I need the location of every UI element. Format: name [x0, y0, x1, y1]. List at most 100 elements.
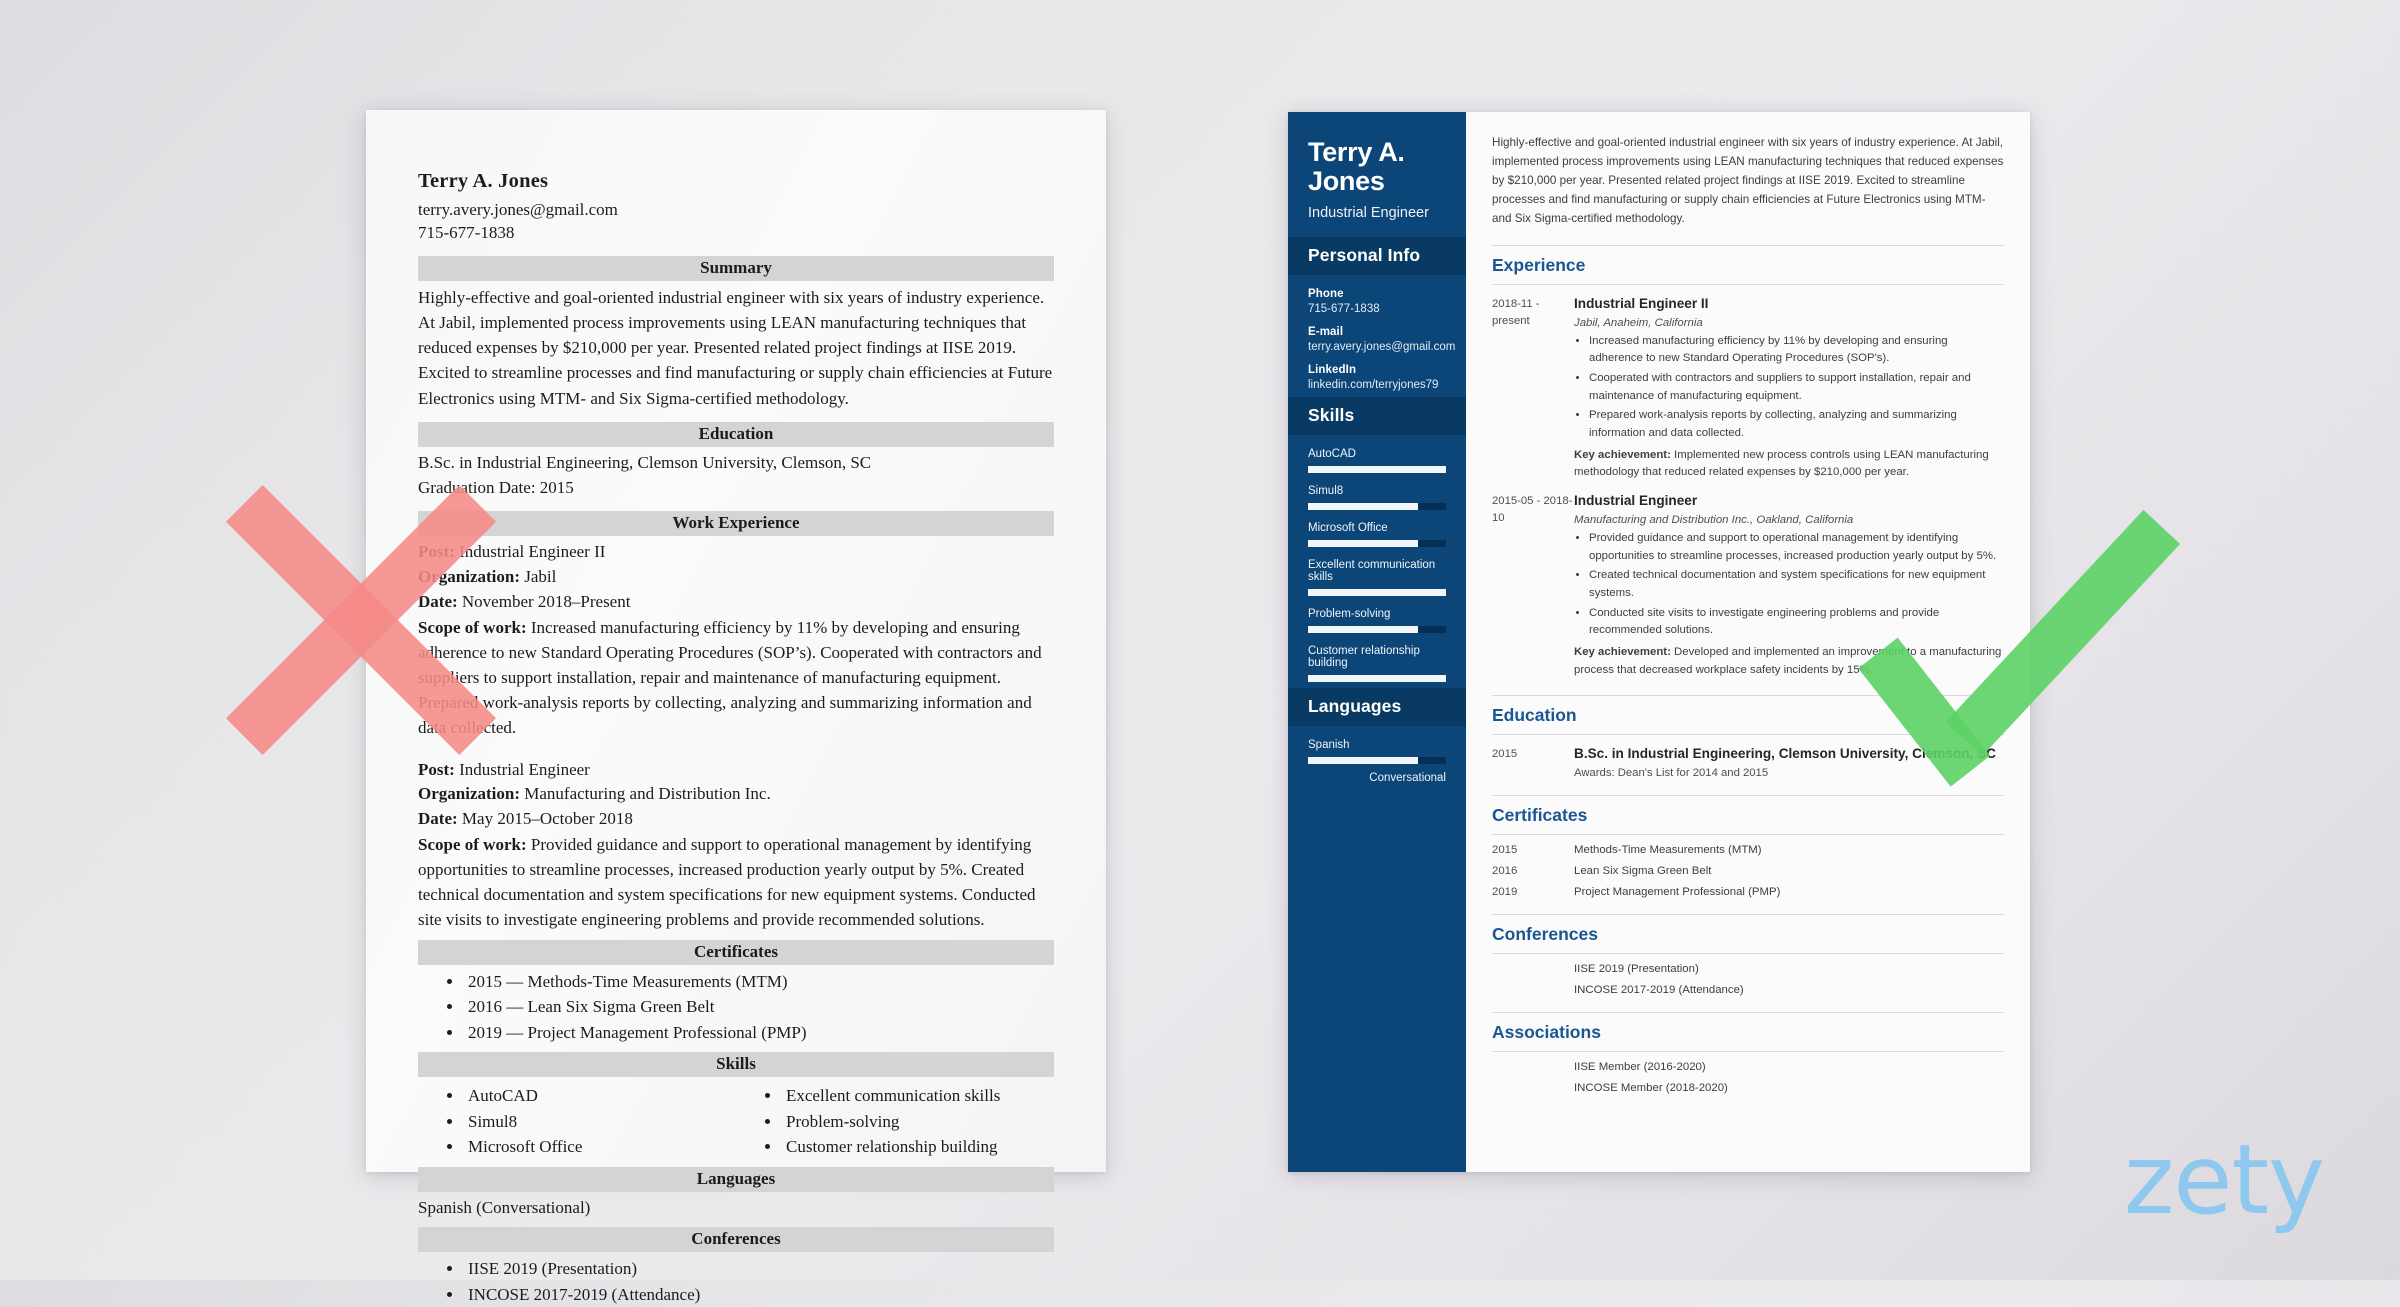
- skill-bar-track: [1308, 466, 1446, 474]
- list-item: 2015 — Methods-Time Measurements (MTM): [464, 969, 1054, 995]
- list-item: Created technical documentation and syst…: [1589, 567, 2004, 602]
- bad-job-date-label: Date:: [418, 591, 458, 611]
- bad-resume-content: Terry A. Jones terry.avery.jones@gmail.c…: [418, 170, 1054, 1307]
- bad-job2-date-line: Date: May 2015–October 2018: [418, 807, 1054, 832]
- certificate-date: 2016: [1492, 865, 1518, 878]
- bad-job2-scope-label: Scope of work:: [418, 834, 527, 854]
- skill-bar-fill: [1308, 589, 1446, 597]
- bad-job2-scope-line: Scope of work: Provided guidance and sup…: [418, 832, 1054, 933]
- experience-date: 2015-05 - 2018-10: [1492, 495, 1573, 525]
- education-date: 2015: [1492, 748, 1518, 761]
- skill-bar-fill: [1308, 466, 1446, 474]
- bad-skills-column-left: AutoCAD Simul8 Microsoft Office: [418, 1081, 736, 1160]
- language-name: Spanish: [1308, 739, 1350, 752]
- list-item: AutoCAD: [464, 1083, 736, 1109]
- bad-section-heading-summary: Summary: [418, 255, 1054, 281]
- bad-job2-post-line: Post: Industrial Engineer: [418, 758, 1054, 783]
- certificate-row: 2015 Methods-Time Measurements (MTM): [1492, 844, 2004, 856]
- association-name: IISE Member (2016-2020): [1574, 1061, 1706, 1074]
- bad-job2-date-value: May 2015–October 2018: [457, 809, 633, 829]
- list-item: 2019 — Project Management Professional (…: [464, 1020, 1054, 1046]
- bad-job-scope-label: Scope of work:: [418, 617, 527, 637]
- list-item: 2016 — Lean Six Sigma Green Belt: [464, 994, 1054, 1020]
- association-name: INCOSE Member (2018-2020): [1574, 1082, 1728, 1095]
- certificate-row: 2016 Lean Six Sigma Green Belt: [1492, 865, 2004, 877]
- bad-education-degree: B.Sc. in Industrial Engineering, Clemson…: [418, 452, 872, 472]
- bad-skills-columns: AutoCAD Simul8 Microsoft Office Excellen…: [418, 1081, 1054, 1160]
- bad-conferences-list: IISE 2019 (Presentation) INCOSE 2017-201…: [418, 1256, 1054, 1307]
- info-value-linkedin: linkedin.com/terryjones79: [1308, 379, 1439, 392]
- experience-entry: 2015-05 - 2018-10 Industrial Engineer Ma…: [1492, 492, 2004, 679]
- experience-key-achievement: Key achievement: Developed and implement…: [1574, 644, 2004, 679]
- bad-job2-post-label: Post:: [418, 759, 455, 779]
- experience-entry: 2018-11 - present Industrial Engineer II…: [1492, 295, 2004, 482]
- bad-job-entry: Post: Industrial Engineer II Organizatio…: [418, 540, 1054, 740]
- skill-bar-track: [1308, 589, 1446, 597]
- conference-row: INCOSE 2017-2019 (Attendance): [1492, 984, 2004, 996]
- bad-resume-name: Terry A. Jones: [418, 170, 549, 192]
- good-section-heading-conferences: Conferences: [1492, 914, 2004, 955]
- list-item: IISE 2019 (Presentation): [464, 1256, 1054, 1282]
- list-item: Conducted site visits to investigate eng…: [1589, 605, 2004, 640]
- skill-name: Microsoft Office: [1308, 522, 1388, 535]
- info-label-email: E-mail: [1308, 326, 1344, 339]
- list-item: Excellent communication skills: [782, 1083, 1054, 1109]
- bad-job-spacer: [418, 741, 1054, 758]
- bad-section-heading-skills: Skills: [418, 1052, 1054, 1078]
- experience-company: Manufacturing and Distribution Inc., Oak…: [1574, 514, 1854, 527]
- skill-name: Problem-solving: [1308, 608, 1391, 621]
- bad-summary-text: Highly-effective and goal-oriented indus…: [418, 287, 1053, 408]
- good-section-heading-education: Education: [1492, 695, 2004, 736]
- conference-date: [1492, 984, 1574, 996]
- list-item: Increased manufacturing efficiency by 11…: [1589, 333, 2004, 368]
- bad-job-post-label: Post:: [418, 542, 455, 562]
- skill-bar-track: [1308, 626, 1446, 634]
- skill-bar-fill: [1308, 540, 1419, 548]
- bad-skills-list-left: AutoCAD Simul8 Microsoft Office: [418, 1083, 736, 1160]
- sidebar-role: Industrial Engineer: [1308, 205, 1429, 222]
- list-item: Cooperated with contractors and supplier…: [1589, 370, 2004, 405]
- list-item: Problem-solving: [782, 1109, 1054, 1135]
- bad-job-date-line: Date: November 2018–Present: [418, 590, 1054, 615]
- sidebar-personal-info-body: Phone 715-677-1838 E-mail terry.avery.jo…: [1288, 275, 1466, 397]
- conference-row: IISE 2019 (Presentation): [1492, 963, 2004, 975]
- key-achievement-label: Key achievement:: [1574, 448, 1671, 461]
- skill-row: Excellent communication skills: [1308, 559, 1446, 597]
- skill-row: Simul8: [1308, 485, 1446, 511]
- skill-bar-fill: [1308, 503, 1419, 511]
- sidebar-section-heading-personal-info: Personal Info: [1288, 237, 1466, 276]
- bad-job2-post-value: Industrial Engineer: [454, 759, 590, 779]
- sidebar-languages-body: Spanish Conversational: [1288, 726, 1466, 790]
- bad-resume-email: terry.avery.jones@gmail.com: [418, 200, 618, 219]
- experience-bullets: Increased manufacturing efficiency by 11…: [1574, 333, 2004, 443]
- list-item: INCOSE 2017-2019 (Attendance): [464, 1282, 1054, 1307]
- skill-bar-track: [1308, 675, 1446, 683]
- sidebar-header: Terry A. Jones Industrial Engineer: [1288, 112, 1466, 237]
- good-resume-main: Highly-effective and goal-oriented indus…: [1466, 112, 2030, 1172]
- list-item: Prepared work-analysis reports by collec…: [1589, 407, 2004, 442]
- certificate-name: Methods-Time Measurements (MTM): [1574, 844, 1762, 857]
- bad-section-heading-languages: Languages: [418, 1166, 1054, 1192]
- certificate-name: Project Management Professional (PMP): [1574, 886, 1781, 899]
- info-label-phone: Phone: [1308, 288, 1344, 301]
- association-row: IISE Member (2016-2020): [1492, 1061, 2004, 1073]
- skill-row: Problem-solving: [1308, 608, 1446, 634]
- sidebar-section-heading-skills: Skills: [1288, 397, 1466, 436]
- good-resume-page: Terry A. Jones Industrial Engineer Perso…: [1288, 112, 2030, 1172]
- education-entry: 2015 B.Sc. in Industrial Engineering, Cl…: [1492, 745, 2004, 779]
- experience-title: Industrial Engineer II: [1574, 295, 1709, 311]
- info-value-phone: 715-677-1838: [1308, 303, 1380, 316]
- education-degree: B.Sc. in Industrial Engineering, Clemson…: [1574, 746, 1996, 762]
- certificate-date: 2015: [1492, 844, 1518, 857]
- experience-body: Industrial Engineer II Jabil, Anaheim, C…: [1574, 295, 2004, 482]
- skill-name: Excellent communication skills: [1308, 559, 1436, 584]
- zety-logo: zety: [2124, 1124, 2325, 1236]
- bad-resume-phone: 715-677-1838: [418, 223, 515, 243]
- bad-job2-org-value: Manufacturing and Distribution Inc.: [520, 784, 771, 804]
- skill-row: Microsoft Office: [1308, 522, 1446, 548]
- skill-row: Customer relationship building: [1308, 645, 1446, 683]
- bad-job-date-value: November 2018–Present: [457, 591, 631, 611]
- conference-name: IISE 2019 (Presentation): [1574, 963, 1699, 976]
- skill-name: Simul8: [1308, 485, 1344, 498]
- bad-section-heading-work: Work Experience: [418, 511, 1054, 537]
